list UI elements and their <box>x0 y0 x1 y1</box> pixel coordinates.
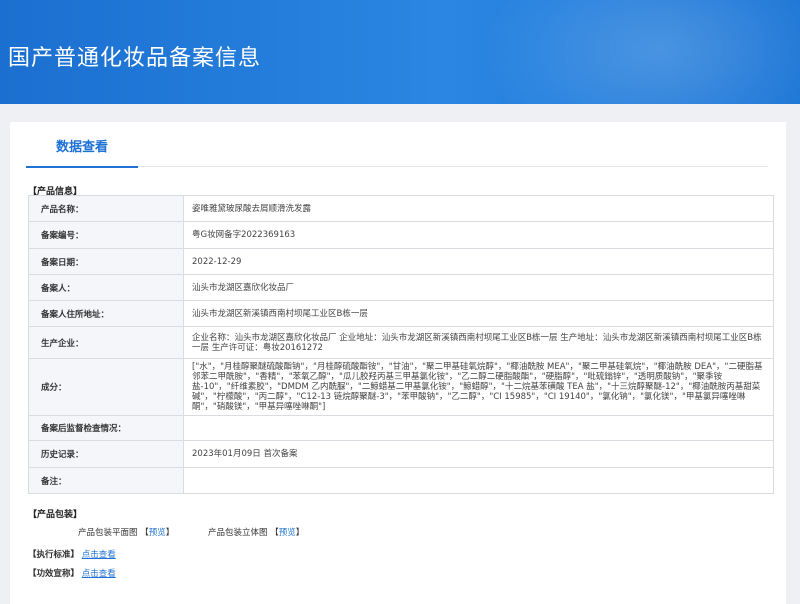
page-title: 国产普通化妆品备案信息 <box>8 46 262 71</box>
record-number-label: 备案编号： <box>28 221 184 249</box>
ingredients-value: ["水"，"月桂醇聚醚硫酸酯钠"，"月桂醇硫酸酯铵"，"甘油"，"聚二甲基硅氧烷… <box>183 358 774 416</box>
row-record-date: 备案日期： 2022-12-29 <box>28 248 774 275</box>
claims-view-link[interactable]: 点击查看 <box>82 569 116 579</box>
standard-view-link[interactable]: 点击查看 <box>82 550 116 560</box>
product-name-value: 姿唯雅黛玻尿酸去屑顺滑洗发露 <box>183 195 774 222</box>
packaging-flat-label: 产品包装平面图 <box>78 528 138 538</box>
row-supervision: 备案后监督检查情况： <box>28 415 774 441</box>
row-product-name: 产品名称： 姿唯雅黛玻尿酸去屑顺滑洗发露 <box>28 195 774 222</box>
remarks-label: 备注： <box>28 467 184 494</box>
ingredients-label: 成分： <box>28 358 184 416</box>
row-remarks: 备注： <box>28 467 774 494</box>
product-name-label: 产品名称： <box>28 195 184 222</box>
packaging-stereo-open: 【 <box>270 528 279 538</box>
packaging-stereo-label: 产品包装立体图 <box>208 528 268 538</box>
record-number-value: 粤G妆网备字2022369163 <box>183 221 774 249</box>
remarks-value <box>183 467 774 494</box>
manufacturer-label: 生产企业： <box>28 326 184 359</box>
history-value: 2023年01月09日 首次备案 <box>183 440 774 468</box>
standard-row: 【执行标准】 点击查看 <box>28 548 116 560</box>
row-manufacturer: 生产企业： 企业名称：汕头市龙湖区嘉欣化妆品厂 企业地址：汕头市龙湖区新溪镇西南… <box>28 326 774 359</box>
row-ingredients: 成分： ["水"，"月桂醇聚醚硫酸酯钠"，"月桂醇硫酸酯铵"，"甘油"，"聚二甲… <box>28 358 774 416</box>
packaging-section-title: 【产品包装】 <box>28 510 83 520</box>
supervision-value <box>183 415 774 441</box>
packaging-flat-preview-link[interactable]: 预览 <box>149 528 166 538</box>
tab-bar: 数据查看 <box>26 130 768 168</box>
record-date-value: 2022-12-29 <box>183 248 774 275</box>
registrant-address-value: 汕头市龙湖区新溪镇西南村坝尾工业区B栋一层 <box>183 300 774 327</box>
registrant-value: 汕头市龙湖区嘉欣化妆品厂 <box>183 274 774 301</box>
packaging-flat: 产品包装平面图 【预览】 <box>78 526 174 538</box>
registrant-address-label: 备案人住所地址： <box>28 300 184 327</box>
history-label: 历史记录： <box>28 440 184 468</box>
standard-section-title: 【执行标准】 <box>28 550 80 560</box>
packaging-stereo: 产品包装立体图 【预览】 <box>208 526 304 538</box>
header-decoration <box>480 0 800 104</box>
tab-data-view[interactable]: 数据查看 <box>26 130 138 168</box>
claims-section-title: 【功效宣称】 <box>28 569 80 579</box>
manufacturer-value: 企业名称：汕头市龙湖区嘉欣化妆品厂 企业地址：汕头市龙湖区新溪镇西南村坝尾工业区… <box>183 326 774 359</box>
content-panel: 数据查看 【产品信息】 产品名称： 姿唯雅黛玻尿酸去屑顺滑洗发露 备案编号： 粤… <box>10 122 786 604</box>
supervision-label: 备案后监督检查情况： <box>28 415 184 441</box>
registrant-label: 备案人： <box>28 274 184 301</box>
record-date-label: 备案日期： <box>28 248 184 275</box>
row-record-number: 备案编号： 粤G妆网备字2022369163 <box>28 221 774 249</box>
row-history: 历史记录： 2023年01月09日 首次备案 <box>28 440 774 468</box>
product-info-table: 产品名称： 姿唯雅黛玻尿酸去屑顺滑洗发露 备案编号： 粤G妆网备字2022369… <box>28 195 774 494</box>
claims-row: 【功效宣称】 点击查看 <box>28 567 116 579</box>
row-registrant: 备案人： 汕头市龙湖区嘉欣化妆品厂 <box>28 274 774 301</box>
packaging-stereo-close: 】 <box>295 528 305 538</box>
page-header: 国产普通化妆品备案信息 <box>0 0 800 104</box>
row-registrant-address: 备案人住所地址： 汕头市龙湖区新溪镇西南村坝尾工业区B栋一层 <box>28 300 774 327</box>
packaging-flat-open: 【 <box>140 528 149 538</box>
packaging-flat-close: 】 <box>165 528 175 538</box>
packaging-stereo-preview-link[interactable]: 预览 <box>279 528 296 538</box>
